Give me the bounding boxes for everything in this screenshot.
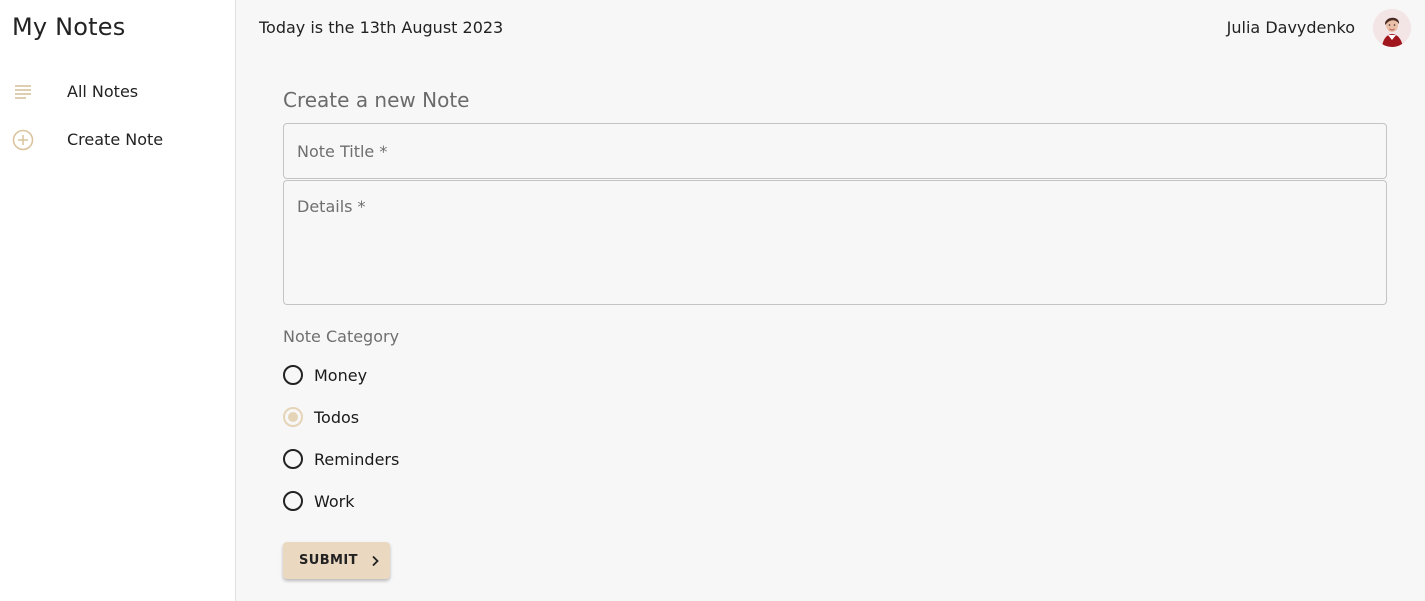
form-heading: Create a new Note: [283, 88, 470, 112]
radio-button[interactable]: [283, 449, 303, 469]
note-title-field-wrapper: [283, 123, 1387, 179]
submit-button[interactable]: SUBMIT: [283, 542, 390, 579]
app-title: My Notes: [12, 13, 126, 41]
notes-list-icon: [12, 81, 34, 103]
top-bar: Today is the 13th August 2023 Julia Davy…: [236, 0, 1425, 56]
radio-option-todos[interactable]: Todos: [283, 396, 1387, 438]
radio-button[interactable]: [283, 365, 303, 385]
details-textarea[interactable]: [284, 181, 1386, 304]
radio-button-selected[interactable]: [283, 407, 303, 427]
submit-label: SUBMIT: [299, 553, 358, 568]
radio-button[interactable]: [283, 491, 303, 511]
category-radio-group: Money Todos Reminders Work: [283, 354, 1387, 522]
radio-option-reminders[interactable]: Reminders: [283, 438, 1387, 480]
user-name: Julia Davydenko: [1226, 18, 1355, 37]
category-label: Note Category: [283, 327, 400, 346]
avatar[interactable]: [1373, 9, 1411, 47]
radio-label: Reminders: [314, 449, 400, 469]
radio-option-money[interactable]: Money: [283, 354, 1387, 396]
chevron-right-icon: [370, 555, 380, 567]
date-text: Today is the 13th August 2023: [259, 18, 504, 37]
radio-label: Work: [314, 491, 355, 511]
sidebar-item-create-note[interactable]: Create Note: [0, 118, 235, 162]
sidebar-item-all-notes[interactable]: All Notes: [0, 70, 235, 114]
create-note-form: Create a new Note Note Category Money To…: [283, 86, 1387, 579]
sidebar-item-label: All Notes: [67, 82, 139, 101]
details-field-wrapper: [283, 180, 1387, 305]
note-title-input[interactable]: [284, 124, 1386, 178]
radio-option-work[interactable]: Work: [283, 480, 1387, 522]
radio-label: Todos: [314, 407, 360, 427]
sidebar-item-label: Create Note: [67, 130, 164, 149]
sidebar: My Notes All Notes Create Note: [0, 0, 236, 601]
radio-label: Money: [314, 365, 368, 385]
add-circle-icon: [12, 129, 34, 151]
